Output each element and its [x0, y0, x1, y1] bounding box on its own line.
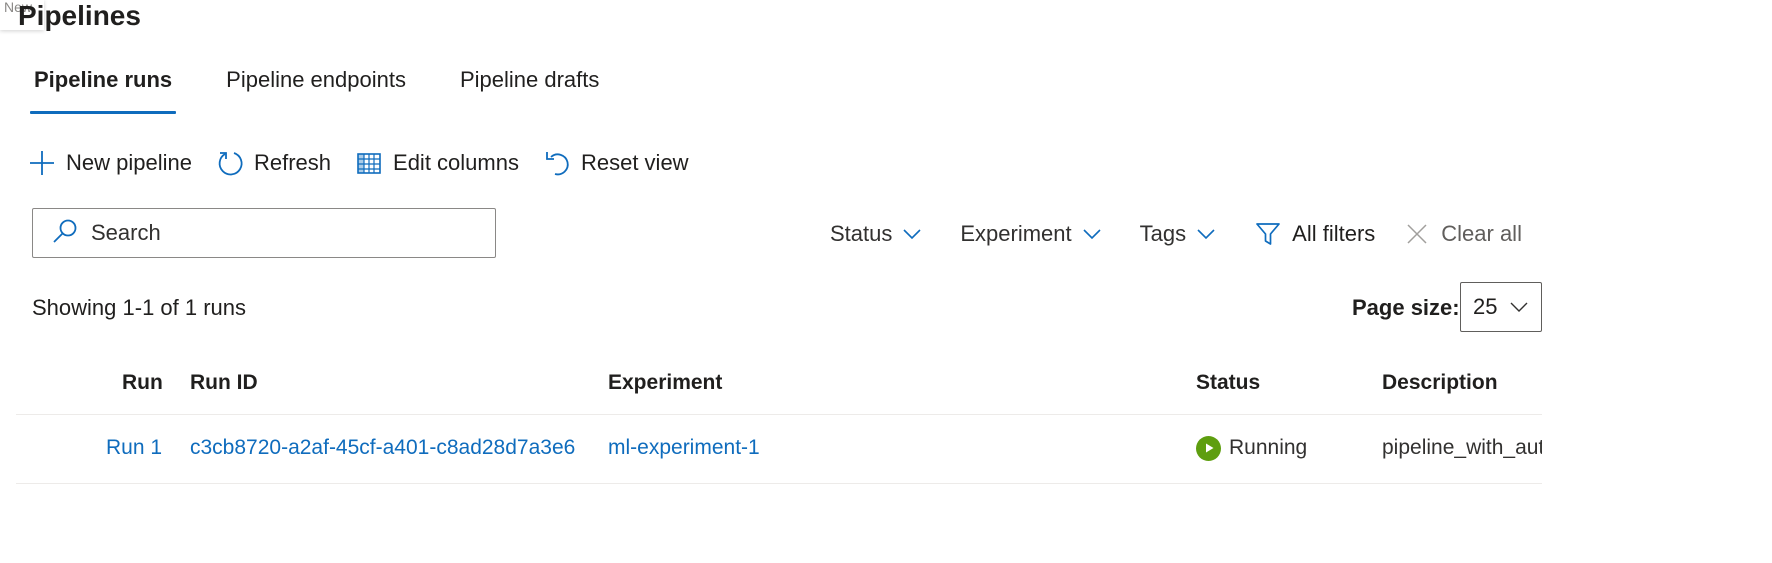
- search-icon: [51, 217, 79, 250]
- run-link[interactable]: Run 1: [106, 433, 162, 463]
- status-cell: Running: [1196, 433, 1307, 463]
- all-filters-label: All filters: [1292, 221, 1376, 246]
- run-id-link[interactable]: c3cb8720-a2af-45cf-a401-c8ad28d7a3e6: [190, 433, 575, 463]
- tags-filter-label: Tags: [1139, 221, 1187, 246]
- edit-columns-button[interactable]: Edit columns: [355, 149, 519, 177]
- description-cell: pipeline_with_aut: [1382, 436, 1542, 459]
- search-box: [32, 208, 496, 258]
- tab-bar: Pipeline runs Pipeline endpoints Pipelin…: [30, 60, 649, 116]
- page-size-label: Page size:: [1352, 295, 1460, 320]
- column-header-run-id[interactable]: Run ID: [190, 368, 258, 398]
- filter-bar: Status Experiment Tags All filters Clear…: [830, 212, 1522, 256]
- refresh-button[interactable]: Refresh: [216, 149, 331, 177]
- search-input[interactable]: [89, 219, 473, 247]
- tab-pipeline-drafts[interactable]: Pipeline drafts: [456, 60, 603, 114]
- clear-all-label: Clear all: [1441, 221, 1522, 246]
- all-filters-button[interactable]: All filters: [1254, 220, 1375, 248]
- chevron-down-icon: [1197, 229, 1215, 240]
- undo-icon: [543, 149, 571, 177]
- close-icon: [1407, 224, 1427, 244]
- results-count: Showing 1-1 of 1 runs: [32, 295, 247, 320]
- column-header-description[interactable]: Description: [1382, 368, 1498, 398]
- status-filter-label: Status: [830, 221, 893, 246]
- status-text: Running: [1229, 436, 1308, 459]
- clear-all-button[interactable]: Clear all: [1405, 221, 1522, 247]
- column-header-status[interactable]: Status: [1196, 368, 1260, 398]
- table-columns-icon: [355, 149, 383, 177]
- experiment-filter[interactable]: Experiment: [960, 221, 1101, 247]
- edit-columns-label: Edit columns: [393, 150, 519, 175]
- tab-pipeline-endpoints[interactable]: Pipeline endpoints: [222, 60, 410, 114]
- experiment-link[interactable]: ml-experiment-1: [608, 433, 760, 463]
- filter-funnel-icon: [1256, 223, 1280, 245]
- refresh-icon: [216, 149, 244, 177]
- chevron-down-icon: [1510, 302, 1528, 312]
- tab-pipeline-runs[interactable]: Pipeline runs: [30, 60, 177, 114]
- reset-view-label: Reset view: [580, 150, 689, 175]
- column-header-run[interactable]: Run: [122, 368, 163, 398]
- table-row[interactable]: Run 1 c3cb8720-a2af-45cf-a401-c8ad28d7a3…: [16, 415, 1542, 484]
- tags-filter[interactable]: Tags: [1140, 221, 1216, 247]
- status-filter[interactable]: Status: [830, 221, 922, 247]
- chevron-down-icon: [1083, 229, 1101, 240]
- running-status-icon: [1196, 435, 1221, 461]
- new-pipeline-button[interactable]: New pipeline: [28, 149, 192, 177]
- chevron-down-icon: [903, 229, 921, 240]
- command-bar: New pipeline Refresh Edit columns Reset …: [28, 142, 713, 184]
- refresh-label: Refresh: [253, 150, 332, 175]
- pipelines-page: New Pipelines Pipeline runs Pipeline end…: [0, 0, 1772, 563]
- plus-icon: [28, 149, 56, 177]
- page-title: Pipelines: [18, 0, 141, 31]
- new-pipeline-label: New pipeline: [66, 150, 192, 175]
- reset-view-button[interactable]: Reset view: [543, 149, 689, 177]
- page-size-value: 25: [1473, 294, 1498, 319]
- column-header-experiment[interactable]: Experiment: [608, 368, 722, 398]
- page-size-dropdown[interactable]: 25: [1460, 282, 1542, 332]
- table-header: Run Run ID Experiment Status Description: [16, 360, 1542, 415]
- experiment-filter-label: Experiment: [960, 221, 1072, 246]
